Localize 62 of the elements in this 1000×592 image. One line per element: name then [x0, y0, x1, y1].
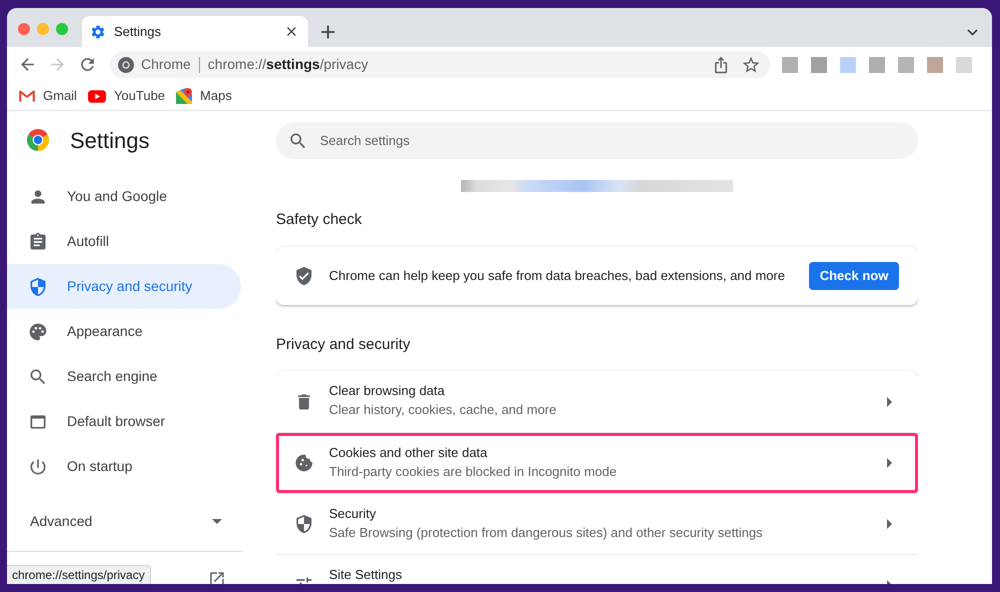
- shield-check-icon: [294, 266, 314, 286]
- advanced-toggle[interactable]: Advanced: [7, 499, 243, 543]
- nav-item[interactable]: On startup: [7, 444, 241, 489]
- map-icon: [176, 88, 192, 104]
- gear-icon: [90, 24, 106, 40]
- pixelated-icon[interactable]: [956, 56, 972, 72]
- row-subtitle: Safe Browsing (protection from dangerous sites) and other security settings: [329, 524, 763, 542]
- shield-icon: [294, 514, 314, 534]
- nav-item[interactable]: Search engine: [7, 354, 241, 399]
- pixelated-icon[interactable]: [898, 56, 914, 72]
- row-title: Clear browsing data: [329, 382, 446, 400]
- row-subtitle: Third-party cookies are blocked in Incognito mode: [329, 463, 617, 481]
- site-label: Chrome: [141, 55, 191, 74]
- search-icon: [288, 130, 308, 150]
- settings-row[interactable]: Security Safe Browsing (protection from dangerous sites) and other security settings: [276, 493, 918, 554]
- nav-item[interactable]: Default browser: [7, 399, 241, 444]
- section-heading: Privacy and security: [276, 335, 412, 355]
- settings-row[interactable]: Clear browsing data Clear history, cookies, cache, and more: [276, 371, 918, 432]
- bookmark-link[interactable]: YouTube: [88, 86, 166, 106]
- check-now-button[interactable]: Check now: [809, 262, 899, 290]
- site-info-icon[interactable]: [118, 56, 134, 72]
- search-icon: [28, 366, 48, 386]
- section-heading: Safety check: [276, 210, 363, 230]
- address-bar[interactable]: Chrome chrome://settings/privacy: [110, 51, 770, 78]
- video-play-icon: [88, 90, 106, 102]
- power-icon: [28, 456, 48, 476]
- arrow-right-icon: [887, 519, 892, 529]
- bookmark-link[interactable]: Gmail: [19, 86, 77, 106]
- tab[interactable]: Settings: [82, 16, 308, 47]
- row-title: Security: [329, 505, 377, 523]
- settings-row[interactable]: Site Settings: [276, 554, 918, 584]
- page-title: Settings: [70, 126, 150, 155]
- clipboard-icon: [28, 232, 48, 252]
- shield-icon: [28, 276, 48, 296]
- palette-icon: [28, 322, 48, 342]
- mail-icon: [19, 90, 35, 102]
- share-icon[interactable]: [712, 56, 730, 74]
- url-text: chrome://settings/privacy: [208, 55, 368, 74]
- pixelated-icon[interactable]: [927, 56, 943, 72]
- pixelated-icon[interactable]: [840, 56, 856, 72]
- pixelated-icon[interactable]: [811, 56, 827, 72]
- pixelated-icon[interactable]: [869, 56, 885, 72]
- arrow-right-icon: [887, 396, 892, 406]
- safety-check-text: Chrome can help keep you safe from data breaches, bad extensions, and more: [329, 267, 785, 286]
- external-link-icon[interactable]: [208, 570, 226, 584]
- search-field[interactable]: Search settings: [276, 122, 918, 158]
- chevron-down-icon: [966, 28, 978, 36]
- row-title: Site Settings: [329, 566, 402, 584]
- nav-item[interactable]: Privacy and security: [7, 264, 241, 309]
- row-title: Cookies and other site data: [329, 444, 488, 462]
- star-icon[interactable]: [741, 54, 761, 74]
- settings-row[interactable]: Cookies and other site data Third-party cookies are blocked in Incognito mode: [276, 432, 918, 493]
- arrow-right-icon: [887, 458, 892, 468]
- bookmark-link[interactable]: Maps: [176, 86, 232, 106]
- pixelated-icon[interactable]: [782, 56, 798, 72]
- cookie-icon: [294, 453, 314, 473]
- row-subtitle: Clear history, cookies, cache, and more: [329, 401, 556, 419]
- nav-item[interactable]: Appearance: [7, 309, 241, 354]
- chrome-logo-icon: [27, 129, 49, 151]
- nav-item[interactable]: You and Google: [7, 174, 241, 219]
- nav-item[interactable]: Autofill: [7, 219, 241, 264]
- status-bubble: chrome://settings/privacy: [7, 565, 151, 584]
